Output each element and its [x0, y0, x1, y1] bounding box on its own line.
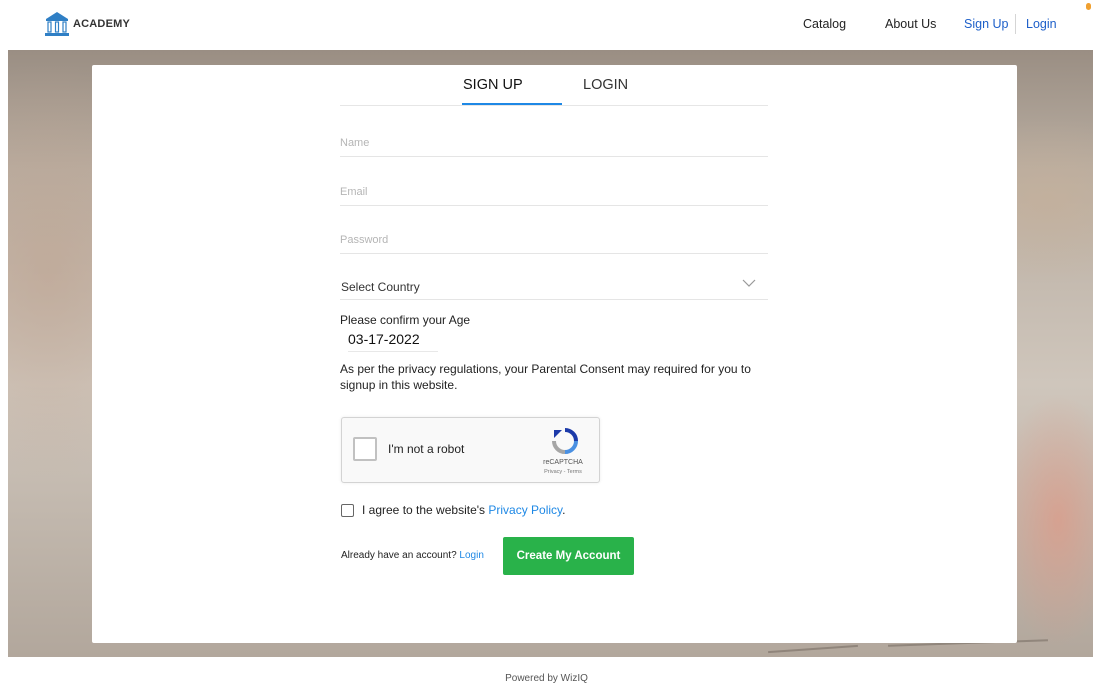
recaptcha-terms-link[interactable]: Privacy - Terms: [540, 469, 586, 475]
age-date-input[interactable]: 03-17-2022: [348, 331, 438, 352]
privacy-agree-checkbox[interactable]: [341, 503, 354, 517]
tab-login[interactable]: LOGIN: [583, 77, 628, 93]
parental-consent-text: As per the privacy regulations, your Par…: [340, 362, 751, 392]
nav-sign-up[interactable]: Sign Up: [964, 17, 1008, 31]
email-input[interactable]: [340, 181, 768, 203]
recaptcha-checkbox[interactable]: [353, 437, 377, 461]
already-account: Already have an account? Login: [341, 550, 484, 561]
password-input[interactable]: [340, 229, 768, 251]
country-select-value: Select Country: [341, 280, 420, 294]
privacy-agreement: I agree to the website's Privacy Policy.: [341, 503, 566, 517]
nav-divider: [1015, 14, 1016, 34]
tab-sign-up[interactable]: SIGN UP: [463, 77, 523, 93]
password-field: [340, 229, 768, 254]
recaptcha-logo-icon: [552, 428, 578, 454]
name-field: [340, 132, 768, 157]
signup-card: SIGN UP LOGIN Select Country Please conf…: [92, 65, 1017, 643]
brand-logo-link[interactable]: ACADEMY: [45, 11, 130, 37]
name-input[interactable]: [340, 132, 768, 154]
age-label: Please confirm your Age: [340, 313, 471, 327]
brand-name: ACADEMY: [73, 18, 131, 30]
background-detail: [768, 644, 858, 654]
notification-dot: [1086, 3, 1091, 10]
privacy-agree-text: I agree to the website's Privacy Policy.: [362, 503, 566, 517]
privacy-policy-link[interactable]: Privacy Policy: [488, 503, 562, 517]
nav-login[interactable]: Login: [1026, 17, 1057, 31]
nav-catalog[interactable]: Catalog: [803, 17, 846, 31]
powered-by-footer: Powered by WizIQ: [505, 673, 588, 684]
academy-building-icon: [45, 12, 69, 36]
recaptcha-brand: reCAPTCHA: [543, 459, 583, 466]
create-account-button[interactable]: Create My Account: [503, 537, 634, 575]
privacy-agree-suffix: .: [562, 503, 566, 517]
chevron-down-icon: [742, 279, 756, 287]
auth-tabs: SIGN UP LOGIN: [340, 65, 768, 106]
login-link[interactable]: Login: [459, 550, 483, 561]
nav-about-us[interactable]: About Us: [885, 17, 936, 31]
active-tab-indicator: [462, 103, 562, 105]
email-field: [340, 181, 768, 206]
top-navbar: ACADEMY Catalog About Us Sign Up Login: [0, 0, 1093, 50]
recaptcha-widget: I'm not a robot reCAPTCHA Privacy - Term…: [341, 417, 600, 483]
privacy-agree-prefix: I agree to the website's: [362, 503, 489, 517]
already-account-text: Already have an account?: [341, 550, 457, 561]
country-select[interactable]: Select Country: [340, 275, 768, 300]
recaptcha-label: I'm not a robot: [388, 442, 465, 456]
